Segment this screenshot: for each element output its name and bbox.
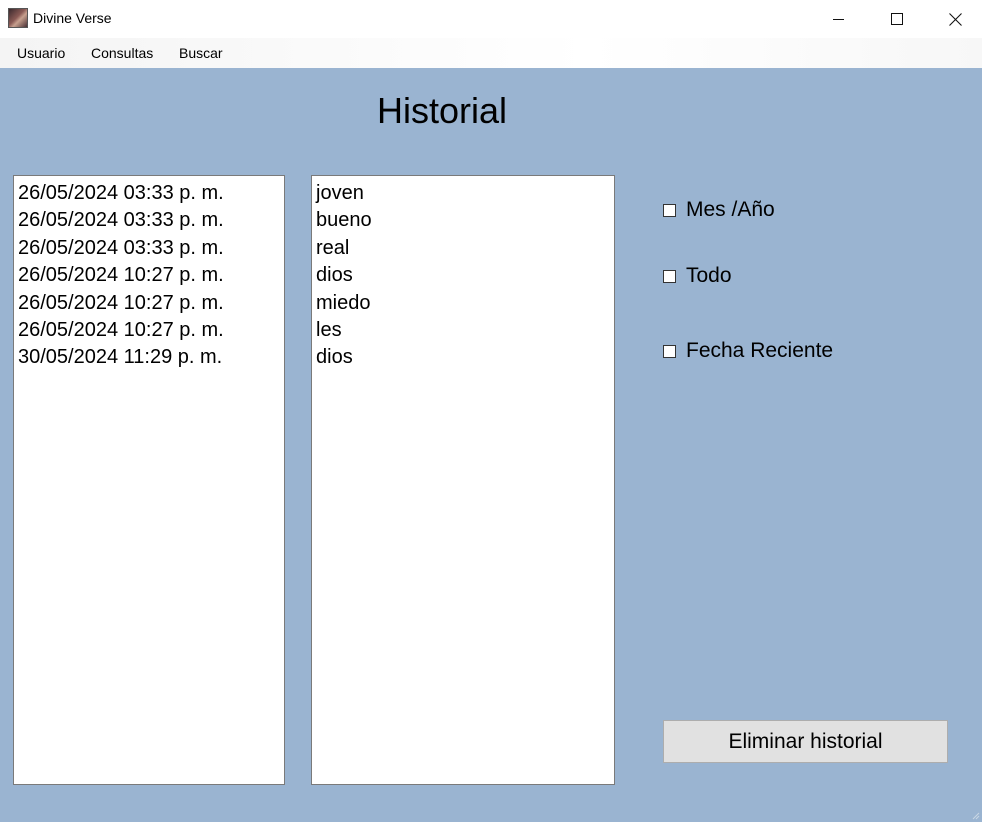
list-item[interactable]: miedo [312, 290, 614, 317]
checkbox-box[interactable] [663, 344, 676, 358]
list-item[interactable]: dios [312, 344, 614, 371]
list-item[interactable]: 26/05/2024 03:33 p. m. [14, 235, 284, 262]
maximize-icon [891, 13, 903, 25]
list-item[interactable]: 26/05/2024 03:33 p. m. [14, 180, 284, 207]
menu-buscar[interactable]: Buscar [179, 45, 223, 61]
delete-history-button[interactable]: Eliminar historial [663, 720, 948, 763]
month-year-checkbox[interactable]: Mes /Año [663, 198, 775, 222]
list-item[interactable]: bueno [312, 207, 614, 234]
close-icon [948, 12, 962, 26]
list-item[interactable]: 26/05/2024 10:27 p. m. [14, 290, 284, 317]
maximize-button[interactable] [868, 0, 926, 38]
checkbox-label: Fecha Reciente [686, 339, 834, 362]
list-item[interactable]: 26/05/2024 10:27 p. m. [14, 262, 284, 289]
title-bar: Divine Verse [0, 0, 982, 38]
list-item[interactable]: joven [312, 180, 614, 207]
resize-grip-icon[interactable] [970, 810, 980, 820]
dates-listbox[interactable]: 26/05/2024 03:33 p. m. 26/05/2024 03:33 … [13, 175, 285, 785]
app-icon [8, 8, 28, 28]
close-button[interactable] [926, 0, 982, 38]
checkbox-box[interactable] [663, 269, 676, 283]
list-item[interactable]: 30/05/2024 11:29 p. m. [14, 344, 284, 371]
list-item[interactable]: real [312, 235, 614, 262]
list-item[interactable]: 26/05/2024 03:33 p. m. [14, 207, 284, 234]
history-form: Historial 26/05/2024 03:33 p. m. 26/05/2… [0, 68, 982, 822]
list-item[interactable]: dios [312, 262, 614, 289]
list-item[interactable]: les [312, 317, 614, 344]
menu-consultas[interactable]: Consultas [91, 45, 153, 61]
menu-usuario[interactable]: Usuario [17, 45, 65, 61]
menu-bar: Usuario Consultas Buscar [0, 38, 982, 68]
page-title: Historial [376, 90, 508, 131]
recent-date-checkbox[interactable]: Fecha Reciente [663, 339, 833, 363]
window-title: Divine Verse [33, 10, 112, 26]
checkbox-label: Todo [686, 264, 732, 287]
all-checkbox[interactable]: Todo [663, 264, 732, 288]
words-listbox[interactable]: joven bueno real dios miedo les dios [311, 175, 615, 785]
checkbox-box[interactable] [663, 203, 676, 217]
list-item[interactable]: 26/05/2024 10:27 p. m. [14, 317, 284, 344]
minimize-icon [833, 19, 844, 20]
minimize-button[interactable] [810, 0, 868, 38]
checkbox-label: Mes /Año [686, 198, 775, 221]
